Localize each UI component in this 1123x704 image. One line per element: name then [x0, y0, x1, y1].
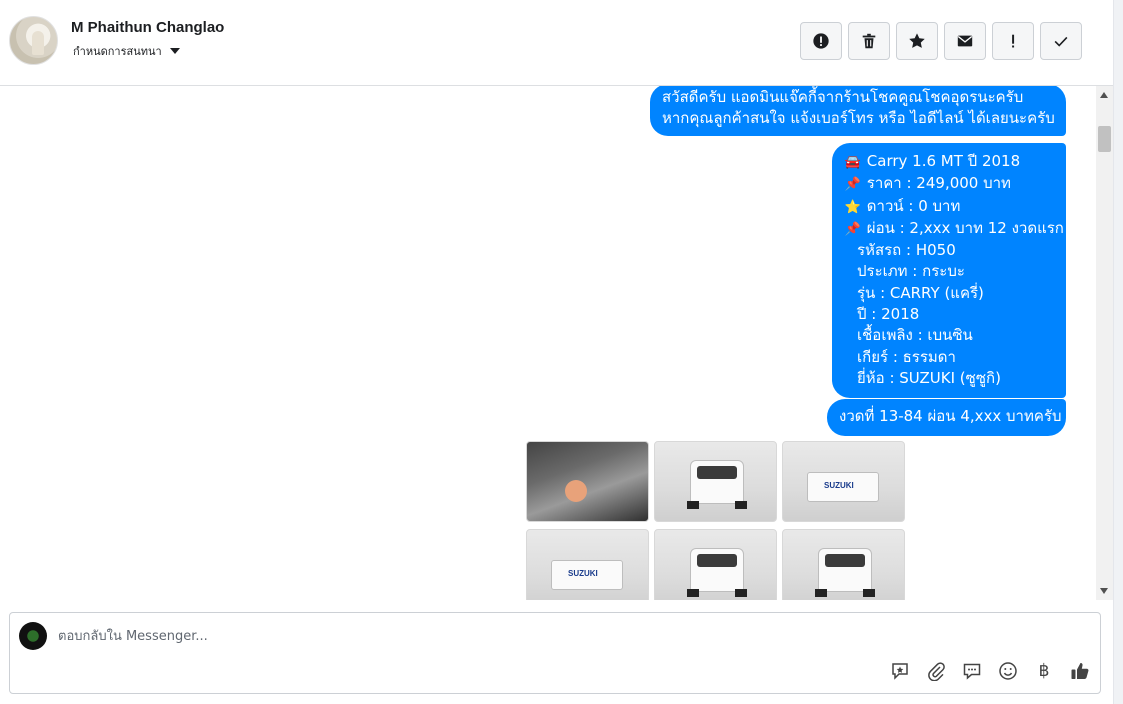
baht-icon: ฿: [1038, 661, 1050, 681]
inbox-conversation: M Phaithun Changlao กำหนดการสนทนา สวัสดี…: [0, 0, 1123, 704]
envelope-icon: [957, 35, 973, 47]
attach-file-button[interactable]: [924, 659, 948, 683]
page-edge: [1113, 0, 1123, 704]
car-photo-front[interactable]: [654, 441, 777, 522]
contact-avatar[interactable]: [9, 16, 58, 65]
star-button[interactable]: [896, 22, 938, 60]
attachment-icon: [928, 662, 945, 681]
star-emoji-icon: ⭐: [844, 199, 862, 215]
listing-line: 📌 ผ่อน : 2,xxx บาท 12 งวดแรก: [844, 218, 1064, 240]
car-photo-front[interactable]: [782, 529, 905, 600]
message-thread[interactable]: สวัสดีครับ แอดมินแจ๊คกี้จากร้านโชคคูณโชค…: [0, 86, 1113, 600]
report-spam-button[interactable]: [800, 22, 842, 60]
assign-label: กำหนดการสนทนา: [73, 45, 162, 58]
alert-circle-icon: [813, 33, 829, 49]
thumbs-up-icon: [1071, 663, 1089, 679]
listing-line: ปี : 2018: [857, 305, 920, 324]
conversation-header: M Phaithun Changlao กำหนดการสนทนา: [0, 0, 1113, 86]
like-button[interactable]: [1068, 659, 1092, 683]
thread-scrollbar[interactable]: [1096, 86, 1113, 600]
caret-down-icon: [169, 48, 180, 54]
listing-line: 🚘 Carry 1.6 MT ปี 2018: [844, 151, 1054, 173]
car-icon: 🚘: [844, 155, 862, 170]
exclamation-icon: [1012, 34, 1015, 48]
composer-tools: ฿: [888, 659, 1092, 683]
important-button[interactable]: [992, 22, 1034, 60]
message-bubble-greeting[interactable]: สวัสดีครับ แอดมินแจ๊คกี้จากร้านโชคคูณโชค…: [650, 86, 1066, 136]
pin-icon: 📌: [844, 221, 862, 237]
message-bubble-listing[interactable]: 🚘 Carry 1.6 MT ปี 2018 📌 ราคา : 249,000 …: [832, 143, 1066, 399]
scroll-down-arrow-icon[interactable]: [1100, 588, 1108, 594]
contact-name[interactable]: M Phaithun Changlao: [71, 19, 224, 36]
mark-unread-button[interactable]: [944, 22, 986, 60]
scroll-up-arrow-icon[interactable]: [1100, 92, 1108, 98]
reply-composer: ฿: [9, 612, 1101, 694]
chat-bubble-icon: [963, 663, 981, 680]
listing-line: ยี่ห้อ : SUZUKI (ซูซูกิ): [857, 368, 1001, 387]
check-icon: [1054, 36, 1068, 47]
reply-input[interactable]: [58, 623, 658, 649]
emoji-button[interactable]: [996, 659, 1020, 683]
conversation-actions: [800, 22, 1082, 60]
scrollbar-thumb[interactable]: [1098, 126, 1111, 152]
quick-reply-button[interactable]: [960, 659, 984, 683]
listing-line: รหัสรถ : H050: [857, 241, 956, 260]
payment-button[interactable]: ฿: [1032, 659, 1056, 683]
delete-button[interactable]: [848, 22, 890, 60]
message-line: งวดที่ 13-84 ผ่อน 4,xxx บาทครับ: [839, 407, 1062, 425]
mark-done-button[interactable]: [1040, 22, 1082, 60]
car-photo-front[interactable]: [654, 529, 777, 600]
listing-line: รุ่น : CARRY (แครี่): [857, 283, 984, 302]
car-photo-engine[interactable]: [526, 441, 649, 522]
saved-reply-button[interactable]: [888, 659, 912, 683]
assign-conversation-dropdown[interactable]: กำหนดการสนทนา: [73, 42, 180, 60]
message-line: หากคุณลูกค้าสนใจ แจ้งเบอร์โทร หรือ ไอดีไ…: [662, 109, 1055, 128]
car-photo-rear[interactable]: SUZUKI: [526, 529, 649, 600]
star-icon: [909, 33, 925, 48]
page-avatar: [19, 622, 47, 650]
emoji-icon: [999, 662, 1017, 680]
car-photo-rear[interactable]: SUZUKI: [782, 441, 905, 522]
message-line: สวัสดีครับ แอดมินแจ๊คกี้จากร้านโชคคูณโชค…: [662, 88, 1024, 106]
pin-icon: 📌: [844, 177, 862, 193]
listing-line: ⭐ ดาวน์ : 0 บาท: [844, 196, 1054, 218]
photo-grid: SUZUKI SUZUKI: [526, 441, 905, 600]
saved-reply-icon: [892, 663, 908, 680]
listing-line: เชื้อเพลิง : เบนซิน: [857, 326, 973, 345]
listing-line: 📌 ราคา : 249,000 บาท: [844, 173, 1054, 195]
trash-icon: [862, 33, 876, 49]
listing-line: ประเภท : กระบะ: [857, 262, 965, 281]
message-bubble-installment[interactable]: งวดที่ 13-84 ผ่อน 4,xxx บาทครับ: [827, 399, 1066, 436]
listing-line: เกียร์ : ธรรมดา: [857, 347, 956, 366]
